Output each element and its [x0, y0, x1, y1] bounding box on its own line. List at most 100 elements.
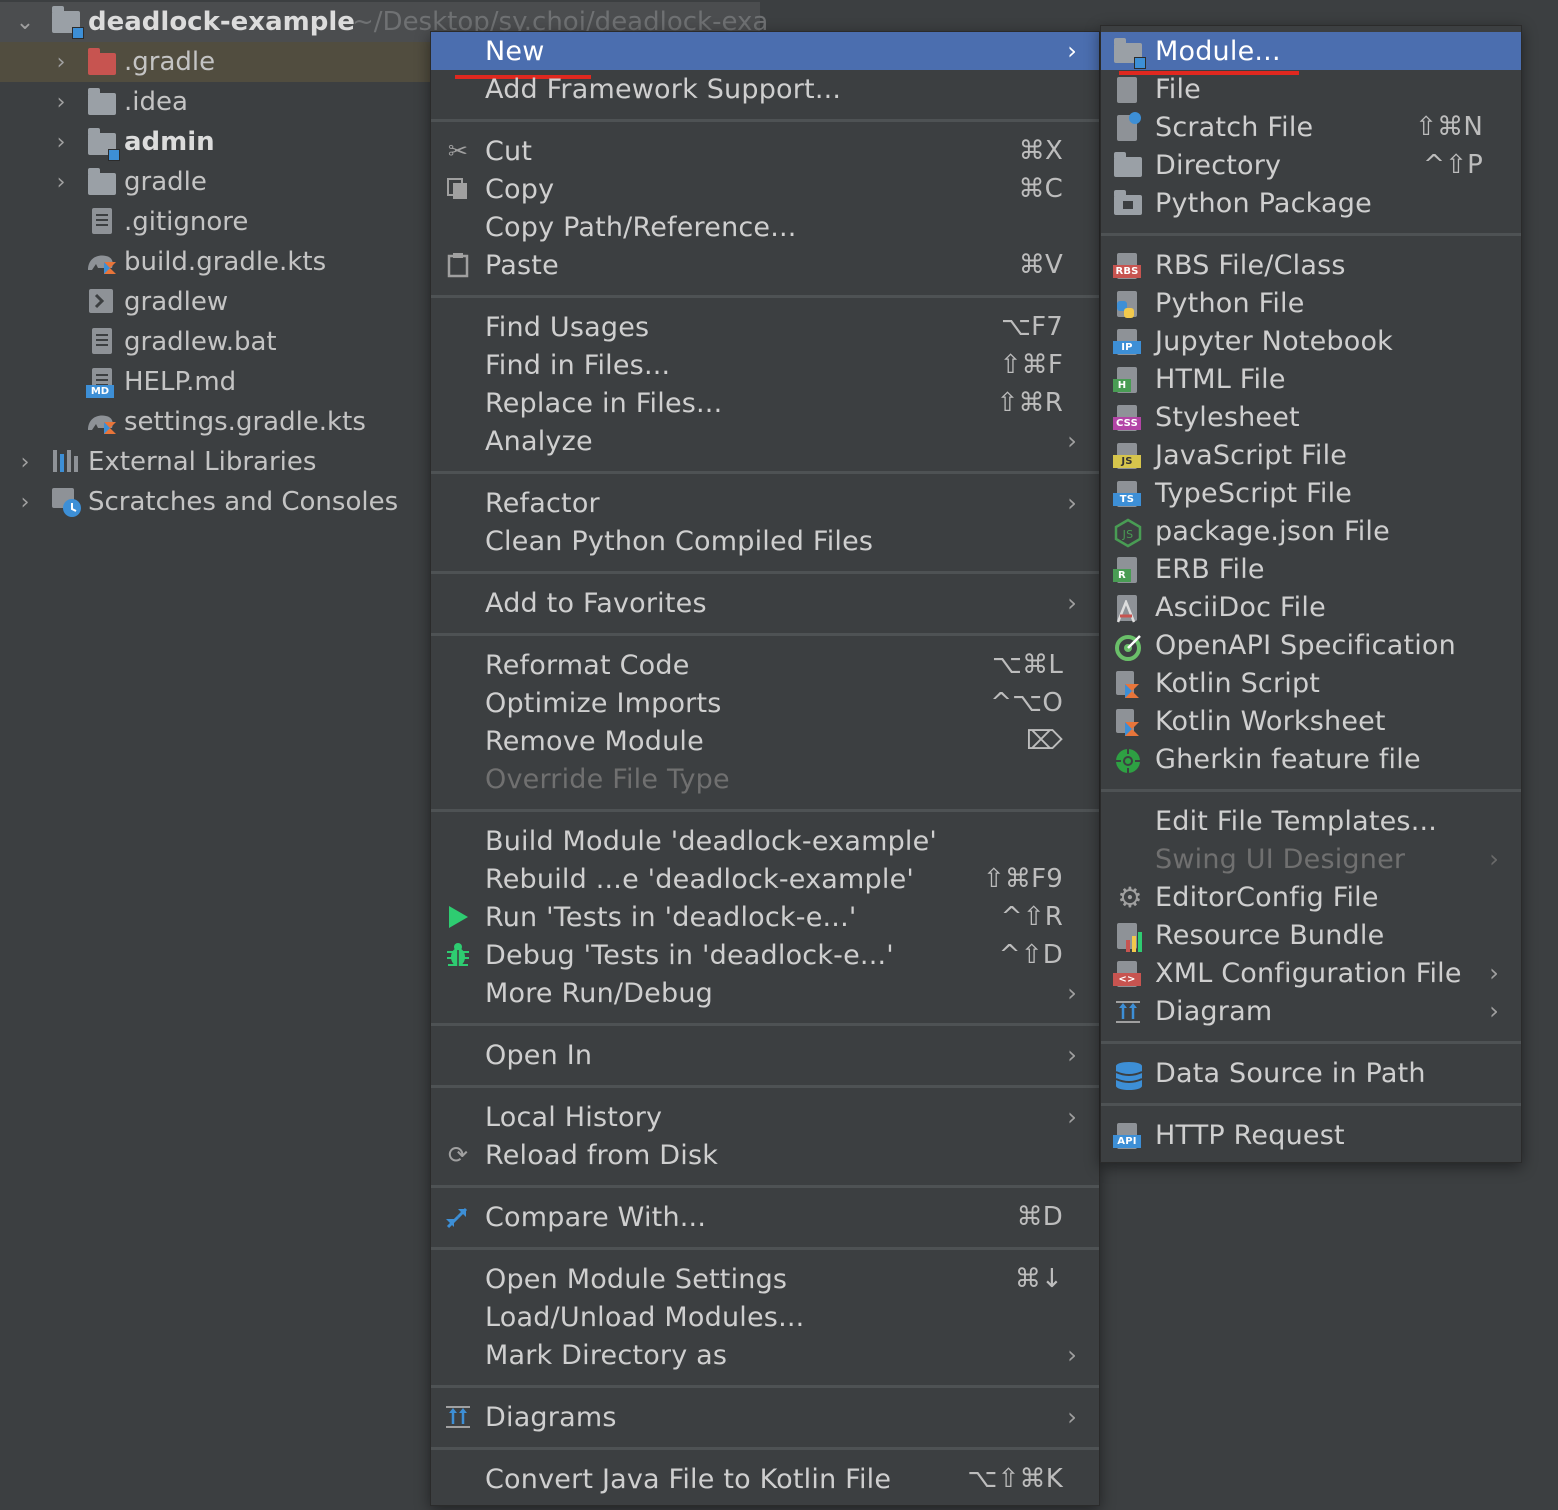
menu-item-copy[interactable]: Copy ⌘C — [431, 170, 1099, 208]
submenu-item-typescript-file[interactable]: TS TypeScript File — [1101, 474, 1521, 512]
submenu-item-xml-configuration-file[interactable]: <> XML Configuration File › — [1101, 954, 1521, 992]
menu-item-replace-in-files[interactable]: Replace in Files... ⇧⌘R — [431, 384, 1099, 422]
submenu-item-javascript-file[interactable]: JS JavaScript File — [1101, 436, 1521, 474]
file-icon — [1101, 74, 1137, 104]
text-file-icon — [88, 328, 118, 356]
menu-separator — [431, 1385, 1099, 1388]
submenu-item-edit-file-templates[interactable]: Edit File Templates... — [1101, 802, 1521, 840]
tree-item-label: gradlew — [124, 287, 229, 317]
chevron-down-icon[interactable]: ⌄ — [12, 9, 38, 35]
menu-item-rebuild-module[interactable]: Rebuild ...e 'deadlock-example' ⇧⌘F9 — [431, 860, 1099, 898]
module-folder-icon — [88, 128, 120, 161]
submenu-item-kotlin-worksheet[interactable]: Kotlin Worksheet — [1101, 702, 1521, 740]
menu-item-compare-with[interactable]: Compare With... ⌘D — [431, 1198, 1099, 1236]
run-icon — [443, 902, 473, 932]
submenu-item-scratch-file[interactable]: Scratch File ⇧⌘N — [1101, 108, 1521, 146]
chevron-right-icon[interactable]: › — [48, 89, 74, 115]
menu-separator — [431, 1447, 1099, 1450]
menu-item-clean-python-compiled-files[interactable]: Clean Python Compiled Files — [431, 522, 1099, 560]
context-menu: New › Add Framework Support... ✂ Cut ⌘X … — [430, 31, 1100, 1506]
chevron-right-icon[interactable]: › — [12, 449, 38, 475]
chevron-right-icon: › — [1067, 1403, 1077, 1431]
menu-item-load-unload-modules[interactable]: Load/Unload Modules... — [431, 1298, 1099, 1336]
menu-item-run-tests[interactable]: Run 'Tests in 'deadlock-e...' ^⇧R — [431, 898, 1099, 936]
menu-item-refactor[interactable]: Refactor › — [431, 484, 1099, 522]
submenu-item-rbs-file[interactable]: RBS RBS File/Class — [1101, 246, 1521, 284]
submenu-item-python-file[interactable]: Python File — [1101, 284, 1521, 322]
chevron-right-icon[interactable]: › — [48, 169, 74, 195]
menu-item-optimize-imports[interactable]: Optimize Imports ^⌥O — [431, 684, 1099, 722]
submenu-item-python-package[interactable]: Python Package — [1101, 184, 1521, 222]
menu-item-analyze[interactable]: Analyze › — [431, 422, 1099, 460]
submenu-item-kotlin-script[interactable]: Kotlin Script — [1101, 664, 1521, 702]
diagram-icon — [443, 1402, 473, 1432]
submenu-item-package-json-file[interactable]: JS package.json File — [1101, 512, 1521, 550]
menu-item-copy-path-reference[interactable]: Copy Path/Reference... — [431, 208, 1099, 246]
menu-item-new[interactable]: New › — [431, 32, 1099, 70]
menu-item-reformat-code[interactable]: Reformat Code ⌥⌘L — [431, 646, 1099, 684]
resource-bundle-icon — [1101, 920, 1142, 952]
menu-item-more-run-debug[interactable]: More Run/Debug › — [431, 974, 1099, 1012]
gear-icon: ⚙ — [1117, 880, 1143, 914]
menu-item-find-in-files[interactable]: Find in Files... ⇧⌘F — [431, 346, 1099, 384]
submenu-item-resource-bundle[interactable]: Resource Bundle — [1101, 916, 1521, 954]
menu-separator — [431, 809, 1099, 812]
menu-item-open-in[interactable]: Open In › — [431, 1036, 1099, 1074]
chevron-right-icon: › — [1067, 1041, 1077, 1069]
menu-item-mark-directory-as[interactable]: Mark Directory as › — [431, 1336, 1099, 1374]
tree-item-label: HELP.md — [124, 367, 237, 397]
chevron-right-icon[interactable]: › — [48, 129, 74, 155]
submenu-item-directory[interactable]: Directory ^⇧P — [1101, 146, 1521, 184]
tree-item-label: settings.gradle.kts — [124, 407, 366, 437]
submenu-item-file[interactable]: File — [1101, 70, 1521, 108]
submenu-item-gherkin-feature-file[interactable]: Gherkin feature file — [1101, 740, 1521, 778]
clipboard-icon — [443, 250, 473, 280]
chevron-right-icon: › — [1489, 997, 1499, 1025]
diagram-icon — [1101, 996, 1140, 1026]
html-file-icon: H — [1101, 364, 1137, 394]
submenu-item-erb-file[interactable]: R ERB File — [1101, 550, 1521, 588]
menu-item-diagrams[interactable]: Diagrams › — [431, 1398, 1099, 1436]
chevron-right-icon: › — [1067, 37, 1077, 65]
submenu-item-stylesheet[interactable]: CSS Stylesheet — [1101, 398, 1521, 436]
menu-item-convert-java-to-kotlin[interactable]: Convert Java File to Kotlin File ⌥⇧⌘K — [431, 1460, 1099, 1498]
menu-item-cut[interactable]: ✂ Cut ⌘X — [431, 132, 1099, 170]
submenu-item-editorconfig-file[interactable]: ⚙ EditorConfig File — [1101, 878, 1521, 916]
python-file-icon — [1101, 288, 1137, 318]
scratch-file-icon — [1101, 112, 1141, 142]
rbs-file-icon: RBS — [1101, 250, 1141, 280]
scissors-icon: ✂ — [447, 137, 469, 165]
menu-item-add-to-favorites[interactable]: Add to Favorites › — [431, 584, 1099, 622]
menu-item-build-module[interactable]: Build Module 'deadlock-example' — [431, 822, 1099, 860]
gradle-kotlin-file-icon — [86, 248, 116, 276]
tree-item-label: .gitignore — [124, 207, 249, 237]
submenu-item-http-request[interactable]: API HTTP Request — [1101, 1116, 1521, 1154]
menu-item-find-usages[interactable]: Find Usages ⌥F7 — [431, 308, 1099, 346]
chevron-right-icon: › — [1067, 489, 1077, 517]
menu-item-remove-module[interactable]: Remove Module ⌦ — [431, 722, 1099, 760]
menu-separator — [431, 1023, 1099, 1026]
menu-item-paste[interactable]: Paste ⌘V — [431, 246, 1099, 284]
submenu-item-jupyter-notebook[interactable]: IP Jupyter Notebook — [1101, 322, 1521, 360]
chevron-right-icon[interactable]: › — [12, 489, 38, 515]
libraries-icon — [52, 448, 82, 476]
submenu-item-data-source-in-path[interactable]: Data Source in Path — [1101, 1054, 1521, 1092]
submenu-item-html-file[interactable]: H HTML File — [1101, 360, 1521, 398]
submenu-item-openapi-specification[interactable]: OpenAPI Specification — [1101, 626, 1521, 664]
chevron-right-icon[interactable]: › — [48, 49, 74, 75]
menu-item-local-history[interactable]: Local History › — [431, 1098, 1099, 1136]
folder-icon — [1101, 150, 1142, 180]
chevron-right-icon: › — [1489, 845, 1499, 873]
chevron-right-icon: › — [1067, 427, 1077, 455]
submenu-item-swing-ui-designer: Swing UI Designer › — [1155, 843, 1499, 875]
submenu-item-asciidoc-file[interactable]: AsciiDoc File — [1101, 588, 1521, 626]
submenu-item-diagram[interactable]: Diagram › — [1101, 992, 1521, 1030]
submenu-item-module[interactable]: Module... — [1101, 32, 1521, 70]
menu-item-reload-from-disk[interactable]: ⟳ Reload from Disk — [431, 1136, 1099, 1174]
http-api-icon: API — [1101, 1120, 1141, 1150]
menu-item-debug-tests[interactable]: Debug 'Tests in 'deadlock-e...' ^⇧D — [431, 936, 1099, 974]
menu-item-add-framework-support[interactable]: Add Framework Support... — [431, 70, 1099, 108]
menu-item-open-module-settings[interactable]: Open Module Settings ⌘↓ — [431, 1260, 1099, 1298]
kotlin-file-icon — [1101, 706, 1139, 736]
css-file-icon: CSS — [1101, 402, 1141, 432]
